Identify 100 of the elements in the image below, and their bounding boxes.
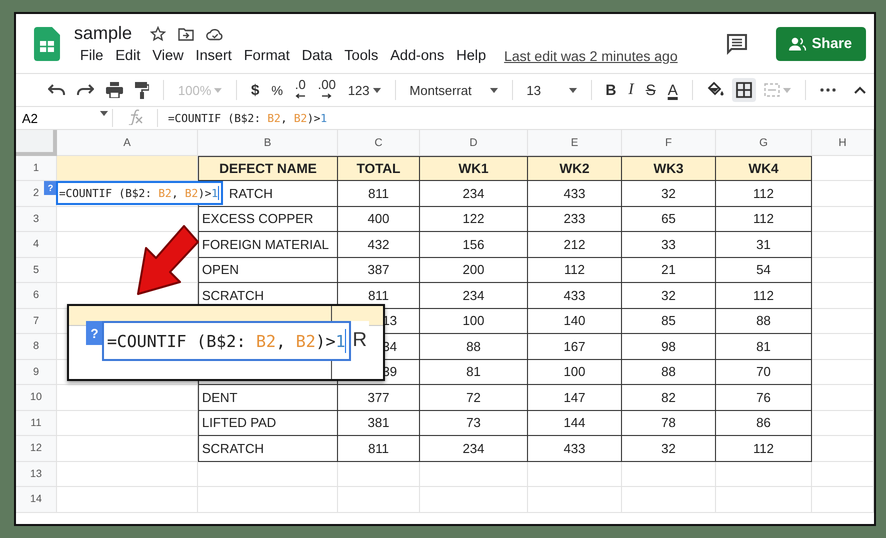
- empty-cell: [812, 283, 874, 308]
- currency-format-button[interactable]: $: [247, 78, 264, 102]
- italic-button[interactable]: I: [624, 78, 638, 102]
- last-edit-link[interactable]: Last edit was 2 minutes ago: [504, 48, 678, 64]
- table-cell: SCRATCH: [198, 436, 338, 462]
- dropdown-caret-icon: [490, 88, 498, 92]
- row-number: 6: [16, 283, 57, 308]
- table-cell: 234: [420, 436, 528, 462]
- column-title: DEFECT NAME: [198, 156, 338, 181]
- table-cell: 100: [528, 360, 622, 385]
- table-cell: EXCESS COPPER: [198, 206, 338, 232]
- table-cell: LIFTED PAD: [198, 410, 338, 436]
- dropdown-caret-icon: [568, 88, 577, 92]
- table-cell: 88: [420, 334, 528, 360]
- document-title[interactable]: sample: [74, 23, 132, 44]
- table-cell: 122: [420, 206, 528, 232]
- row-number: 12: [16, 436, 57, 462]
- fill-color-icon: [706, 82, 724, 98]
- table-cell: 21: [622, 258, 716, 283]
- table-cell: 112: [716, 181, 812, 206]
- table-cell: 32: [622, 283, 716, 308]
- folder-move-icon[interactable]: [178, 26, 194, 40]
- empty-cell: [812, 232, 874, 258]
- comment-icon[interactable]: [726, 32, 748, 54]
- table-cell: 140: [528, 308, 622, 334]
- dropdown-caret-icon: [100, 110, 108, 116]
- column-header: C: [338, 130, 420, 156]
- table-cell: 72: [420, 385, 528, 410]
- table-cell: 433: [528, 283, 622, 308]
- sheets-logo-icon[interactable]: [34, 26, 60, 60]
- table-cell: 147: [528, 385, 622, 410]
- row-number: 8: [16, 334, 57, 360]
- empty-cell: [812, 487, 874, 512]
- table-cell: OPEN: [198, 258, 338, 283]
- person-icon: [788, 36, 806, 50]
- menu-item[interactable]: Data: [296, 48, 338, 64]
- borders-icon: [736, 82, 752, 98]
- number-format-select[interactable]: 123: [344, 78, 385, 102]
- column-title: WK4: [716, 156, 812, 181]
- bold-button[interactable]: B: [602, 78, 620, 102]
- menu-item[interactable]: Edit: [109, 48, 146, 64]
- increase-decimals-button[interactable]: .00: [314, 78, 340, 102]
- table-cell: 81: [716, 334, 812, 360]
- menu-item[interactable]: Add-ons: [384, 48, 450, 64]
- column-header: H: [812, 130, 874, 156]
- table-cell: 156: [420, 232, 528, 258]
- cell-name[interactable]: A2: [22, 110, 38, 126]
- pointer-arrow: [134, 224, 200, 296]
- column-title: WK3: [622, 156, 716, 181]
- empty-cell: [812, 360, 874, 385]
- column-header: G: [716, 130, 812, 156]
- table-cell: 78: [622, 410, 716, 436]
- table-cell: DENT: [198, 385, 338, 410]
- cell-editor[interactable]: =COUNTIF (B$2: B2, B2)>1: [56, 181, 223, 205]
- undo-icon: [48, 84, 65, 96]
- column-title: WK2: [528, 156, 622, 181]
- share-button[interactable]: Share: [776, 26, 866, 60]
- table-cell: 234: [420, 283, 528, 308]
- menu-item[interactable]: Format: [238, 48, 296, 64]
- table-cell: 70: [716, 360, 812, 385]
- row-number: 11: [16, 410, 57, 436]
- star-icon[interactable]: [150, 26, 166, 42]
- arrow-icon: [322, 93, 332, 99]
- table-cell: 112: [716, 283, 812, 308]
- help-badge[interactable]: ?: [44, 181, 57, 195]
- percent-format-button[interactable]: %: [267, 78, 287, 102]
- table-cell: 65: [622, 206, 716, 232]
- text-color-button[interactable]: A: [664, 78, 682, 102]
- menu-item[interactable]: Insert: [190, 48, 238, 64]
- table-cell: 167: [528, 334, 622, 360]
- row-number: 4: [16, 232, 57, 258]
- decrease-decimals-button[interactable]: .0: [290, 78, 310, 102]
- row-number: 13: [16, 462, 57, 487]
- collapse-icon: [854, 86, 866, 94]
- table-cell: 112: [528, 258, 622, 283]
- table-cell: 811: [338, 436, 420, 462]
- table-cell: 377: [338, 385, 420, 410]
- table-cell: 234: [420, 181, 528, 206]
- empty-cell: [812, 334, 874, 360]
- row-number: 5: [16, 258, 57, 283]
- strikethrough-button[interactable]: S: [642, 78, 660, 102]
- table-cell: 233: [528, 206, 622, 232]
- row-number: 1: [16, 156, 57, 181]
- column-title: WK1: [420, 156, 528, 181]
- arrow-icon: [295, 93, 306, 99]
- menu-item[interactable]: Tools: [338, 48, 384, 64]
- menu-item[interactable]: View: [146, 48, 190, 64]
- font-size-select[interactable]: 13: [522, 78, 581, 102]
- column-header: A: [57, 130, 198, 156]
- table-cell: 433: [528, 436, 622, 462]
- cloud-check-icon[interactable]: [206, 26, 224, 40]
- font-select[interactable]: Montserrat: [406, 78, 502, 102]
- formula-input[interactable]: =COUNTIF (B$2: B2, B2)>1: [158, 112, 327, 124]
- row-number: 10: [16, 385, 57, 410]
- menu-item[interactable]: Help: [450, 48, 492, 64]
- menu-item[interactable]: File: [74, 48, 110, 64]
- borders-button[interactable]: [732, 78, 756, 102]
- empty-cell: [812, 410, 874, 436]
- dropdown-caret-icon: [214, 88, 222, 92]
- table-cell: 81: [420, 360, 528, 385]
